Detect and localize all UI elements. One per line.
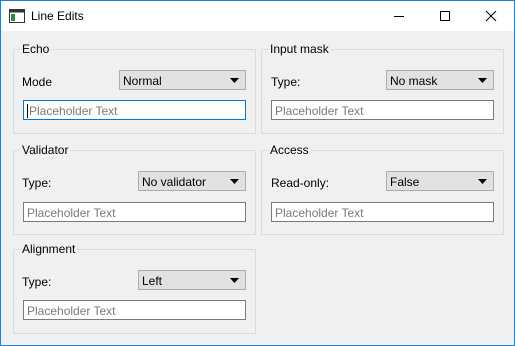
access-line-edit[interactable]: Placeholder Text bbox=[271, 202, 494, 222]
alignment-type-value: Left bbox=[142, 274, 163, 288]
access-readonly-label: Read-only: bbox=[271, 176, 330, 190]
echo-line-edit[interactable]: Placeholder Text bbox=[23, 100, 246, 120]
chevron-down-icon bbox=[230, 278, 239, 283]
minimize-button[interactable] bbox=[376, 1, 422, 31]
chevron-down-icon bbox=[230, 179, 239, 184]
input-mask-line-edit[interactable]: Placeholder Text bbox=[271, 100, 494, 120]
echo-group-title: Echo bbox=[20, 42, 52, 56]
validator-group-title: Validator bbox=[20, 143, 71, 157]
alignment-type-combobox[interactable]: Left bbox=[138, 270, 246, 290]
alignment-group-title: Alignment bbox=[20, 242, 78, 256]
alignment-group: Alignment Type: Left Placeholder Text bbox=[13, 242, 256, 334]
main-window: Line Edits Echo Mode Normal Placeholder … bbox=[0, 0, 515, 346]
input-mask-type-label: Type: bbox=[271, 75, 301, 89]
echo-placeholder: Placeholder Text bbox=[29, 104, 118, 118]
close-button[interactable] bbox=[468, 1, 514, 31]
alignment-line-edit[interactable]: Placeholder Text bbox=[23, 300, 246, 320]
echo-mode-label: Mode bbox=[22, 75, 53, 89]
validator-group: Validator Type: No validator Placeholder… bbox=[13, 143, 256, 235]
input-mask-placeholder: Placeholder Text bbox=[275, 104, 364, 118]
input-mask-type-combobox[interactable]: No mask bbox=[386, 70, 494, 90]
validator-type-combobox[interactable]: No validator bbox=[138, 171, 246, 191]
alignment-type-label: Type: bbox=[22, 275, 52, 289]
validator-type-value: No validator bbox=[142, 175, 207, 189]
chevron-down-icon bbox=[230, 78, 239, 83]
close-icon bbox=[485, 10, 497, 22]
minimize-icon bbox=[394, 16, 404, 17]
title-bar[interactable]: Line Edits bbox=[1, 1, 514, 31]
input-mask-type-value: No mask bbox=[390, 74, 438, 88]
alignment-placeholder: Placeholder Text bbox=[27, 304, 116, 318]
window-title: Line Edits bbox=[31, 9, 84, 23]
validator-line-edit[interactable]: Placeholder Text bbox=[23, 202, 246, 222]
validator-type-label: Type: bbox=[22, 176, 52, 190]
access-group: Access Read-only: False Placeholder Text bbox=[261, 143, 504, 235]
input-mask-group-title: Input mask bbox=[268, 42, 331, 56]
maximize-icon bbox=[440, 11, 450, 21]
text-cursor bbox=[27, 104, 28, 118]
echo-group: Echo Mode Normal Placeholder Text bbox=[13, 42, 256, 134]
input-mask-group: Input mask Type: No mask Placeholder Tex… bbox=[261, 42, 504, 134]
echo-mode-value: Normal bbox=[123, 74, 162, 88]
maximize-button[interactable] bbox=[422, 1, 468, 31]
chevron-down-icon bbox=[478, 78, 487, 83]
access-placeholder: Placeholder Text bbox=[275, 206, 364, 220]
chevron-down-icon bbox=[478, 179, 487, 184]
access-group-title: Access bbox=[268, 143, 311, 157]
window-app-icon bbox=[9, 9, 25, 23]
validator-placeholder: Placeholder Text bbox=[27, 206, 116, 220]
echo-mode-combobox[interactable]: Normal bbox=[119, 70, 246, 90]
access-readonly-value: False bbox=[390, 175, 420, 189]
access-readonly-combobox[interactable]: False bbox=[386, 171, 494, 191]
